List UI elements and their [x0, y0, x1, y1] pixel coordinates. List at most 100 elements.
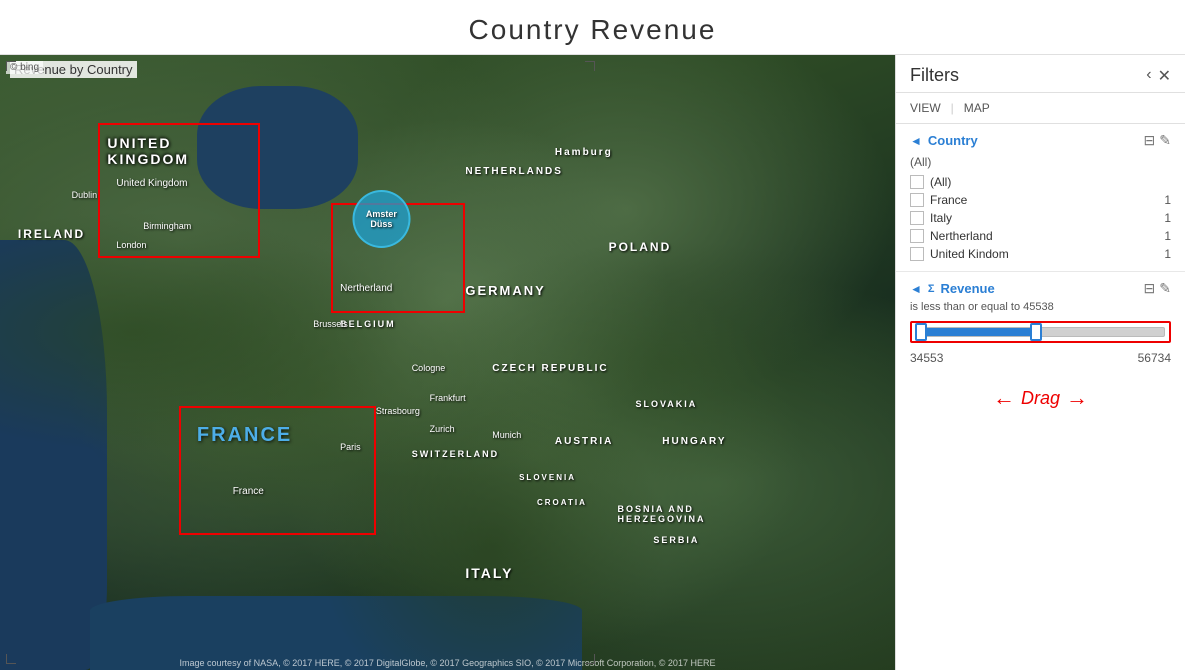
checkbox-uk-count: 1: [1164, 247, 1171, 261]
revenue-filter-header: ◄ Σ Revenue ⊟ ✎: [910, 280, 1171, 297]
neth-city-label: Nertherland: [340, 283, 392, 294]
slider-track[interactable]: [916, 327, 1165, 337]
checkbox-italy[interactable]: [910, 211, 924, 225]
germany-label: GERMANY: [465, 283, 545, 298]
country-filter-header: ◄ Country ⊟ ✎: [910, 132, 1171, 149]
country-filter-icons: ⊟ ✎: [1144, 132, 1171, 149]
neth-bubble: AmsterDüss: [352, 190, 410, 248]
netherlands-label: NETHERLANDS: [465, 166, 563, 177]
main-content: Revenue by Country IRELAND GERMANY POLAN…: [0, 55, 1185, 670]
drag-arrow-left: ←: [993, 385, 1015, 411]
tab-separator: |: [951, 101, 954, 115]
country-filter-section: ◄ Country ⊟ ✎ (All) (All): [896, 124, 1185, 272]
checkbox-nertherland-label: Nertherland: [930, 229, 993, 243]
page-title: Country Revenue: [0, 0, 1185, 55]
slider-highlight-box: [910, 321, 1171, 343]
checkbox-uk-label: United Kindom: [930, 247, 1009, 261]
revenue-filter-title-row: ◄ Σ Revenue: [910, 281, 995, 296]
strasbourg-label: Strasbourg: [376, 406, 420, 416]
country-filter-title-row: ◄ Country: [910, 133, 978, 148]
country-edit-icon[interactable]: ✎: [1159, 132, 1171, 149]
filters-title: Filters: [910, 65, 959, 86]
filters-panel: Filters ‹ ✕ VIEW | MAP ◄ Country ⊟ ✎: [895, 55, 1185, 670]
filters-header: Filters ‹ ✕: [896, 55, 1185, 93]
filters-nav-icons: ‹ ✕: [1146, 66, 1171, 86]
checkbox-all-label: (All): [930, 175, 951, 189]
checkbox-all[interactable]: [910, 175, 924, 189]
checkbox-nertherland[interactable]: [910, 229, 924, 243]
checkbox-italy-count: 1: [1164, 211, 1171, 225]
map-canvas[interactable]: IRELAND GERMANY POLAND CZECH REPUBLIC AU…: [0, 55, 895, 670]
country-filter-icon[interactable]: ⊟: [1144, 132, 1156, 149]
checkbox-uk[interactable]: [910, 247, 924, 261]
slider-values: 34553 56734: [910, 351, 1171, 365]
country-expand-arrow[interactable]: ◄: [910, 134, 922, 148]
zurich-label: Zurich: [430, 424, 455, 434]
atlantic-water: [0, 240, 107, 670]
corner-br: [585, 654, 595, 664]
slovenia-label: SLOVENIA: [519, 473, 576, 482]
drag-arrow-right: →: [1066, 385, 1088, 411]
map-attribution: Image courtesy of NASA, © 2017 HERE, © 2…: [180, 658, 716, 668]
ireland-label: IRELAND: [18, 227, 85, 241]
austria-label: AUSTRIA: [555, 436, 613, 447]
uk-country-label: UNITEDKINGDOM: [107, 135, 189, 167]
croatia-label: CROATIA: [537, 498, 587, 507]
checkbox-row-nertherland: Nertherland 1: [910, 227, 1171, 245]
corner-bl: [6, 654, 16, 664]
cologne-label: Cologne: [412, 363, 446, 373]
revenue-slider-container: [910, 321, 1171, 343]
revenue-filter-section: ◄ Σ Revenue ⊟ ✎ is less than or equal to…: [896, 272, 1185, 423]
munich-label: Munich: [492, 430, 521, 440]
checkbox-france-label: France: [930, 193, 967, 207]
revenue-sum-symbol: Σ: [928, 283, 935, 295]
revenue-edit-icon[interactable]: ✎: [1159, 280, 1171, 297]
revenue-filter-name: Revenue: [941, 281, 995, 296]
poland-label: POLAND: [609, 240, 672, 254]
uk-city-label: United Kingdom: [116, 178, 187, 189]
checkbox-france[interactable]: [910, 193, 924, 207]
slider-thumb-left[interactable]: [915, 323, 927, 341]
italy-label: ITALY: [465, 565, 513, 581]
france-country-label: FRANCE: [197, 424, 292, 447]
switzerland-label: SWITZERLAND: [412, 449, 500, 459]
checkbox-row-france: France 1: [910, 191, 1171, 209]
filters-tabs: VIEW | MAP: [896, 93, 1185, 124]
revenue-filter-icon[interactable]: ⊟: [1144, 280, 1156, 297]
slovakia-label: SLOVAKIA: [635, 399, 697, 409]
france-city-label: France: [233, 486, 264, 497]
country-all-label: (All): [910, 153, 1171, 173]
slider-min-value: 34553: [910, 351, 943, 365]
filters-close-icon[interactable]: ✕: [1158, 66, 1171, 86]
checkbox-nertherland-count: 1: [1164, 229, 1171, 243]
revenue-filter-icons: ⊟ ✎: [1144, 280, 1171, 297]
belgium-label: BELGIUM: [340, 319, 396, 329]
revenue-expand-arrow[interactable]: ◄: [910, 282, 922, 296]
checkbox-row-uk: United Kindom 1: [910, 245, 1171, 263]
drag-label: Drag: [1021, 388, 1060, 409]
drag-annotation: ← Drag →: [910, 381, 1171, 415]
checkbox-row-all: (All): [910, 173, 1171, 191]
tab-view[interactable]: VIEW: [910, 99, 941, 117]
filters-collapse-icon[interactable]: ‹: [1146, 66, 1151, 86]
revenue-condition: is less than or equal to 45538: [910, 301, 1171, 313]
slider-fill: [917, 328, 1036, 336]
country-filter-name: Country: [928, 133, 978, 148]
checkbox-row-italy: Italy 1: [910, 209, 1171, 227]
corner-tr: [585, 61, 595, 71]
bosnia-label: BOSNIA ANDHERZEGOVINA: [618, 504, 706, 524]
hamburg-label: Hamburg: [555, 147, 613, 158]
tab-map[interactable]: MAP: [964, 99, 990, 117]
checkbox-france-count: 1: [1164, 193, 1171, 207]
frankfurt-label: Frankfurt: [430, 393, 466, 403]
dublin-label: Dublin: [72, 190, 98, 200]
serbia-label: SERBIA: [653, 535, 699, 545]
hungary-label: HUNGARY: [662, 436, 726, 447]
slider-thumb-right[interactable]: [1030, 323, 1042, 341]
czech-label: CZECH REPUBLIC: [492, 363, 608, 374]
brussels-label: Brussels: [313, 319, 348, 329]
corner-tl: [6, 61, 16, 71]
map-section: Revenue by Country IRELAND GERMANY POLAN…: [0, 55, 895, 670]
checkbox-italy-label: Italy: [930, 211, 952, 225]
slider-max-value: 56734: [1138, 351, 1171, 365]
